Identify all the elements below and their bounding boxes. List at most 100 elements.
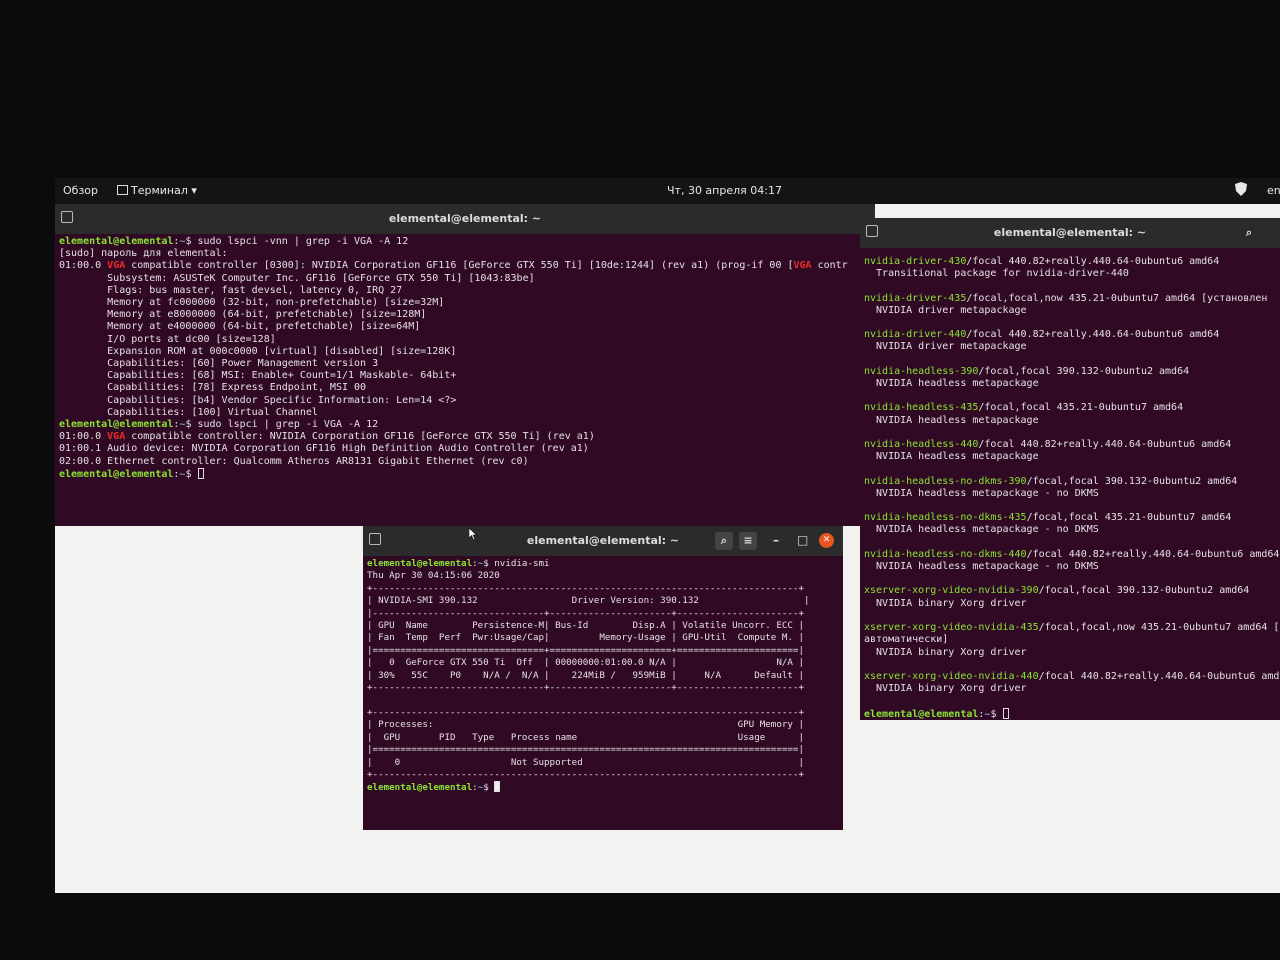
pkg-text: xserver-xorg-video-nvidia-435 xyxy=(864,622,1039,634)
output-text: NVIDIA binary Xorg driver xyxy=(864,646,1027,658)
output-text: |===============================+=======… xyxy=(367,644,804,656)
output-text: NVIDIA headless metapackage - no DKMS xyxy=(864,561,1099,573)
terminal-window-lspci[interactable]: elemental@elemental: ~ elemental@element… xyxy=(55,204,875,526)
terminal-line: NVIDIA driver metapackage xyxy=(864,305,1280,317)
terminal-line: nvidia-headless-390/focal,focal 390.132-… xyxy=(864,366,1280,378)
vga-text: VGA xyxy=(107,431,126,443)
terminal-line: 02:00.0 Ethernet controller: Qualcomm At… xyxy=(59,456,875,468)
window-title: elemental@elemental: ~ xyxy=(526,534,680,547)
titlebar[interactable]: elemental@elemental: ~ xyxy=(55,204,875,234)
output-text: /focal,focal,now 435.21-0ubuntu7 amd64 [… xyxy=(966,292,1268,304)
terminal-window-packages[interactable]: elemental@elemental: ~ ⌕ nvidia-driver-4… xyxy=(860,218,1280,720)
terminal-line: nvidia-headless-no-dkms-440/focal 440.82… xyxy=(864,549,1280,561)
output-text: 01:00.0 xyxy=(59,260,108,272)
titlebar[interactable]: elemental@elemental: ~ ⌕ xyxy=(860,218,1280,248)
terminal-line: nvidia-headless-440/focal 440.82+really.… xyxy=(864,439,1280,451)
terminal-line: Capabilities: [100] Virtual Channel xyxy=(59,407,875,419)
close-icon[interactable]: ✕ xyxy=(819,533,834,548)
output-text: contr xyxy=(811,260,848,272)
output-text: +-------------------------------+-------… xyxy=(367,682,804,694)
terminal-line: xserver-xorg-video-nvidia-440/focal 440.… xyxy=(864,671,1280,683)
output-text: /focal 440.82+really.440.64-0ubuntu6 amd… xyxy=(978,439,1232,451)
output-text: $ nvidia-smi xyxy=(483,558,550,569)
activities-button[interactable]: Обзор xyxy=(63,184,98,197)
terminal-line: 01:00.0 VGA compatible controller [0300]… xyxy=(59,260,875,272)
terminal-line: NVIDIA headless metapackage - no DKMS xyxy=(864,561,1280,573)
terminal-line: | GPU PID Type Process name Usage | xyxy=(367,732,843,744)
output-text: NVIDIA driver metapackage xyxy=(864,304,1027,316)
output-text: 01:00.0 xyxy=(59,431,108,443)
maximize-icon[interactable]: □ xyxy=(797,533,808,547)
minimize-icon[interactable]: – xyxy=(773,533,779,547)
terminal-line: +---------------------------------------… xyxy=(367,769,843,781)
titlebar[interactable]: elemental@elemental: ~ ⌕ ≡ – □ ✕ xyxy=(363,526,843,556)
search-icon[interactable]: ⌕ xyxy=(715,532,733,550)
pkg-text: nvidia-driver-430 xyxy=(864,256,967,267)
terminal-line: nvidia-driver-440/focal 440.82+really.44… xyxy=(864,329,1280,341)
search-icon[interactable]: ⌕ xyxy=(1240,224,1258,242)
terminal-line: NVIDIA binary Xorg driver xyxy=(864,598,1280,610)
terminal-line: NVIDIA binary Xorg driver xyxy=(864,647,1280,659)
output-text: автоматически] xyxy=(864,634,949,646)
output-text: +---------------------------------------… xyxy=(367,582,804,594)
terminal-line: elemental@elemental:~$ xyxy=(864,707,1280,720)
pkg-text: xserver-xorg-video-nvidia-390 xyxy=(864,585,1039,597)
terminal-output[interactable]: elemental@elemental:~$ sudo lspci -vnn |… xyxy=(59,236,875,526)
output-text: Capabilities: [b4] Vendor Specific Infor… xyxy=(59,394,457,406)
output-text: Memory at fc000000 (32-bit, non-prefetch… xyxy=(59,297,445,309)
window-title: elemental@elemental: ~ xyxy=(388,212,542,225)
terminal-line: | GPU Name Persistence-M| Bus-Id Disp.A … xyxy=(367,620,843,632)
output-text: $ xyxy=(185,468,198,480)
pkg-text: nvidia-headless-440 xyxy=(864,439,979,451)
terminal-line: +---------------------------------------… xyxy=(367,707,843,719)
shield-icon[interactable] xyxy=(1235,182,1247,196)
terminal-line: NVIDIA headless metapackage xyxy=(864,415,1280,427)
terminal-line: | Fan Temp Perf Pwr:Usage/Cap| Memory-Us… xyxy=(367,632,843,644)
terminal-line: | 30% 55C P0 N/A / N/A | 224MiB / 959MiB… xyxy=(367,670,843,682)
output-text: | GPU Name Persistence-M| Bus-Id Disp.A … xyxy=(367,620,804,632)
clock[interactable]: Чт, 30 апреля 04:17 xyxy=(667,184,782,197)
input-language[interactable]: en xyxy=(1267,184,1280,197)
terminal-line: Expansion ROM at 000c0000 [virtual] [dis… xyxy=(59,346,875,358)
output-text: Thu Apr 30 04:15:06 2020 xyxy=(367,570,500,582)
pkg-text: nvidia-headless-no-dkms-435 xyxy=(864,512,1027,524)
terminal-line: I/O ports at dc00 [size=128] xyxy=(59,334,875,346)
terminal-icon xyxy=(117,185,128,195)
output-text: /focal,focal 435.21-0ubuntu7 amd64 xyxy=(978,402,1184,414)
terminal-line: |=======================================… xyxy=(367,744,843,756)
prompt-text: elemental@elemental xyxy=(864,708,979,720)
pkg-text: nvidia-driver-440 xyxy=(864,329,967,341)
terminal-window-nvidia-smi[interactable]: elemental@elemental: ~ ⌕ ≡ – □ ✕ element… xyxy=(363,526,843,830)
terminal-line: elemental@elemental:~$ sudo lspci -vnn |… xyxy=(59,236,875,248)
terminal-line: | NVIDIA-SMI 390.132 Driver Version: 390… xyxy=(367,595,843,607)
output-text: compatible controller [0300]: NVIDIA Cor… xyxy=(125,260,794,272)
menu-icon[interactable]: ≡ xyxy=(739,532,757,550)
terminal-line: NVIDIA binary Xorg driver xyxy=(864,683,1280,695)
terminal-output[interactable]: elemental@elemental:~$ nvidia-smi Thu Apr… xyxy=(367,558,843,830)
output-text: NVIDIA driver metapackage xyxy=(864,341,1027,353)
terminal-line: [sudo] пароль для elemental: xyxy=(59,248,875,260)
terminal-line: | 0 GeForce GTX 550 Ti Off | 00000000:01… xyxy=(367,657,843,669)
output-text: /focal 440.82+really.440.64-0ubuntu6 amd… xyxy=(966,256,1220,267)
output-text: 02:00.0 Ethernet controller: Qualcomm At… xyxy=(59,455,529,467)
pkg-text: nvidia-headless-390 xyxy=(864,365,979,377)
output-text: +---------------------------------------… xyxy=(367,768,804,780)
output-text: | Fan Temp Perf Pwr:Usage/Cap| Memory-Us… xyxy=(367,632,804,644)
terminal-line: elemental@elemental:~$ sudo lspci | grep… xyxy=(59,419,875,431)
pkg-text: xserver-xorg-video-nvidia-440 xyxy=(864,670,1039,682)
terminal-line: |-------------------------------+-------… xyxy=(367,608,843,620)
output-text: compatible controller: NVIDIA Corporatio… xyxy=(125,431,595,443)
text-cursor xyxy=(1002,707,1009,719)
output-text: | 0 Not Supported | xyxy=(367,756,804,768)
terminal-output[interactable]: nvidia-driver-430/focal 440.82+really.44… xyxy=(864,256,1280,720)
output-text: /focal 440.82+really.440.64-0ubuntu6 amd… xyxy=(1038,670,1280,682)
app-menu[interactable]: Терминал ▾ xyxy=(117,184,197,197)
